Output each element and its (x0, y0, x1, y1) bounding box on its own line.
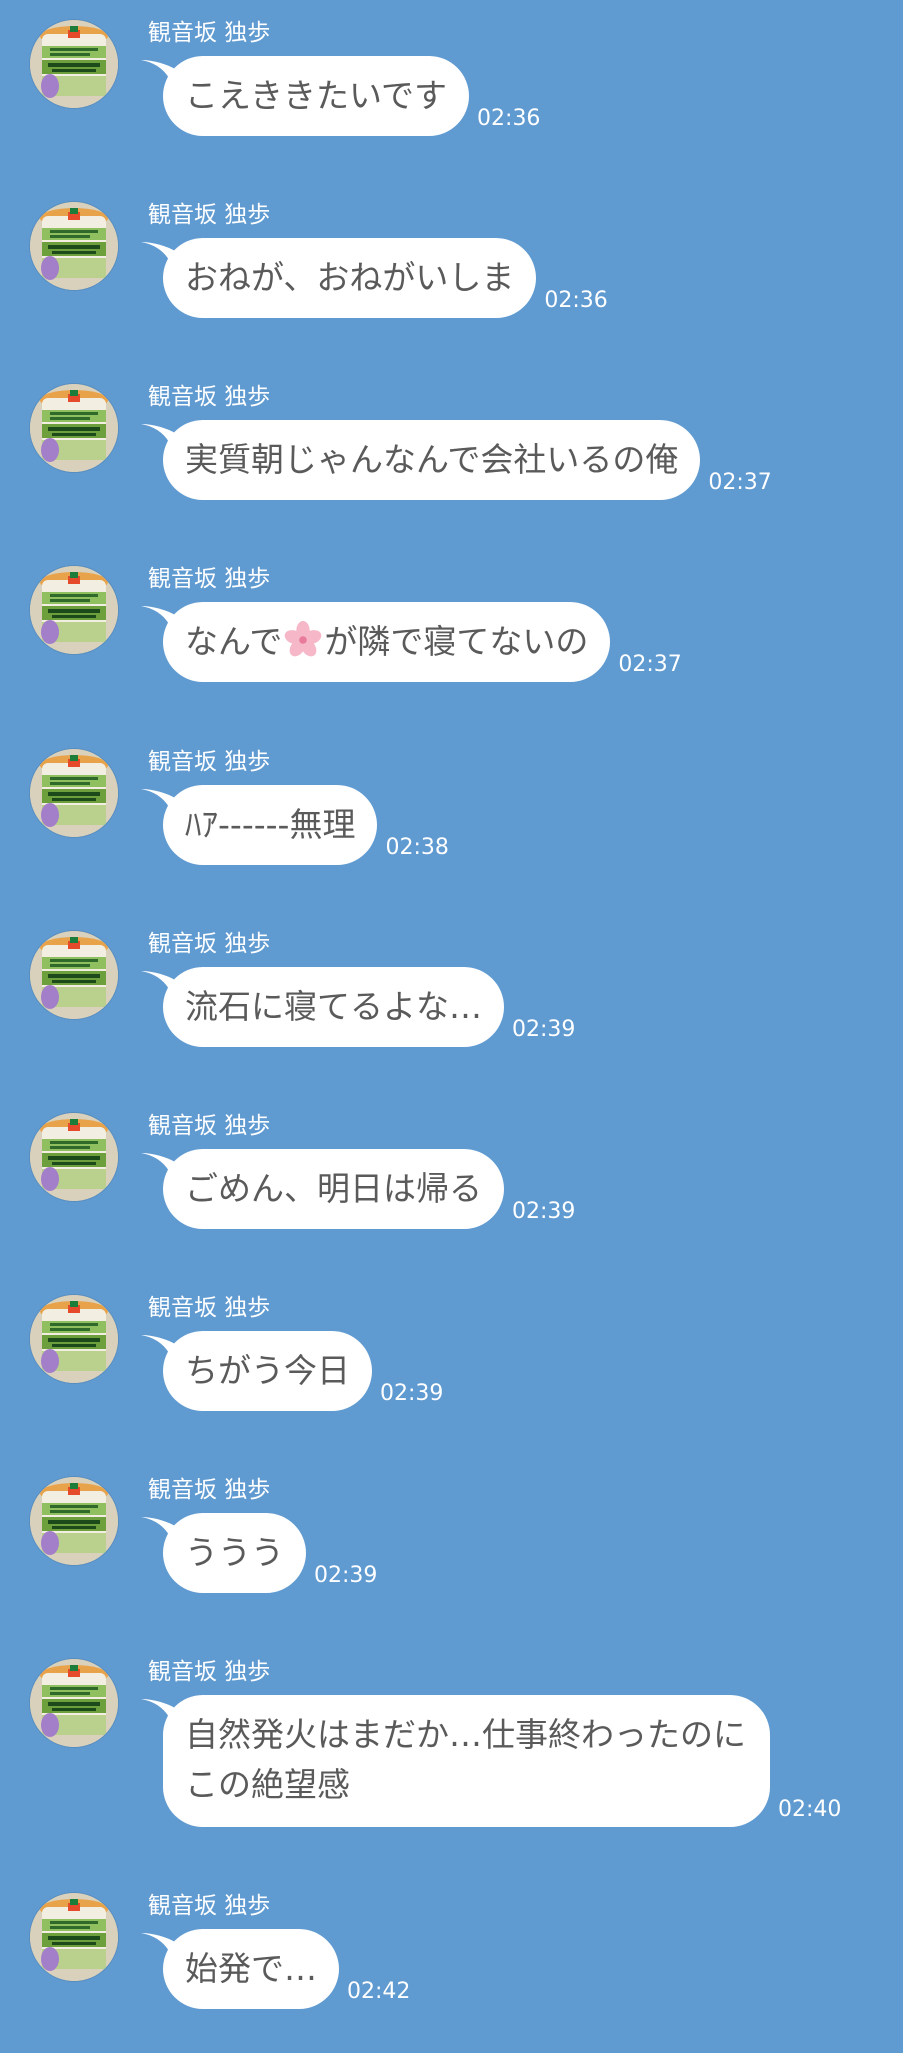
message-text: なんで (185, 622, 283, 661)
avatar[interactable] (30, 1659, 118, 1747)
bubble-tail-icon (141, 424, 177, 442)
sender-name: 観音坂 独歩 (148, 1295, 271, 1321)
message-timestamp: 02:40 (778, 1797, 842, 1822)
message-timestamp: 02:37 (618, 652, 682, 677)
message-text: 自然発火はまだか…仕事終わったのに (185, 1715, 746, 1754)
avatar[interactable] (30, 931, 118, 1019)
message-row: 観音坂 独歩 ﾊｱ------無理 02:38 (0, 729, 903, 909)
message-bubble[interactable]: 始発で… (141, 1929, 339, 2009)
message-bubble-wrap: ごめん、明日は帰る 02:39 (141, 1149, 576, 1229)
message-row: 観音坂 独歩始発で… 02:42 (0, 1873, 903, 2053)
message-text: ﾊｱ------無理 (185, 805, 356, 844)
message-bubble-wrap: 自然発火はまだか…仕事終わったのに この絶望感 02:40 (141, 1695, 842, 1827)
message-text: この絶望感 (185, 1765, 350, 1804)
bubble-tail-icon (141, 971, 177, 989)
bubble-tail-icon (141, 242, 177, 260)
avatar[interactable] (30, 202, 118, 290)
avatar[interactable] (30, 749, 118, 837)
sender-name: 観音坂 独歩 (148, 1659, 271, 1685)
message-row: 観音坂 独歩おねが、おねがいしま 02:36 (0, 182, 903, 362)
bubble-tail-icon (141, 1699, 177, 1717)
bubble-tail-icon (141, 60, 177, 78)
sender-name: 観音坂 独歩 (148, 931, 271, 957)
message-bubble[interactable]: ううう (141, 1513, 306, 1593)
message-bubble-wrap: 流石に寝てるよな… 02:39 (141, 967, 576, 1047)
message-timestamp: 02:39 (380, 1381, 444, 1406)
sender-name: 観音坂 独歩 (148, 202, 271, 228)
bubble-tail-icon (141, 789, 177, 807)
message-timestamp: 02:36 (544, 288, 608, 313)
avatar[interactable] (30, 384, 118, 472)
message-text: ちがう今日 (185, 1351, 350, 1390)
bubble-tail-icon (141, 1335, 177, 1353)
message-row: 観音坂 独歩ちがう今日 02:39 (0, 1275, 903, 1455)
message-timestamp: 02:39 (314, 1563, 378, 1588)
sender-name: 観音坂 独歩 (148, 1113, 271, 1139)
message-row: 観音坂 独歩こえききたいです 02:36 (0, 0, 903, 180)
message-bubble-wrap: ちがう今日 02:39 (141, 1331, 444, 1411)
bubble-tail-icon (141, 606, 177, 624)
message-timestamp: 02:42 (347, 1979, 411, 2004)
message-timestamp: 02:36 (477, 106, 541, 131)
message-text: が隣で寝てないの (324, 622, 589, 661)
message-row: 観音坂 独歩なんで が隣で寝てないの 02:37 (0, 546, 903, 726)
sender-name: 観音坂 独歩 (148, 1477, 271, 1503)
message-bubble[interactable]: ちがう今日 (141, 1331, 372, 1411)
message-bubble[interactable]: 自然発火はまだか…仕事終わったのに この絶望感 (141, 1695, 770, 1827)
message-bubble[interactable]: 実質朝じゃんなんで会社いるの俺 (141, 420, 701, 500)
message-row: 観音坂 独歩流石に寝てるよな… 02:39 (0, 911, 903, 1091)
message-bubble-wrap: おねが、おねがいしま 02:36 (141, 238, 608, 318)
message-timestamp: 02:38 (385, 835, 449, 860)
message-bubble-wrap: 始発で… 02:42 (141, 1929, 411, 2009)
message-timestamp: 02:39 (512, 1199, 576, 1224)
message-bubble[interactable]: こえききたいです (141, 56, 470, 136)
message-timestamp: 02:37 (708, 470, 772, 495)
message-text: 実質朝じゃんなんで会社いるの俺 (185, 440, 679, 479)
message-text: 流石に寝てるよな… (185, 987, 482, 1026)
message-text: こえききたいです (185, 76, 448, 115)
message-row: 観音坂 独歩ごめん、明日は帰る 02:39 (0, 1093, 903, 1273)
sender-name: 観音坂 独歩 (148, 20, 271, 46)
message-text: ううう (185, 1533, 284, 1572)
message-bubble-wrap: こえききたいです 02:36 (141, 56, 541, 136)
avatar[interactable] (30, 1113, 118, 1201)
message-bubble[interactable]: ﾊｱ------無理 (141, 785, 378, 865)
message-text: 始発で… (185, 1949, 317, 1988)
sender-name: 観音坂 独歩 (148, 749, 271, 775)
avatar[interactable] (30, 1893, 118, 1981)
avatar[interactable] (30, 20, 118, 108)
message-text: ごめん、明日は帰る (185, 1169, 482, 1208)
message-bubble-wrap: ううう 02:39 (141, 1513, 378, 1593)
message-bubble-wrap: ﾊｱ------無理 02:38 (141, 785, 449, 865)
message-timestamp: 02:39 (512, 1017, 576, 1042)
sender-name: 観音坂 独歩 (148, 384, 271, 410)
bubble-tail-icon (141, 1153, 177, 1171)
message-bubble[interactable]: ごめん、明日は帰る (141, 1149, 504, 1229)
bubble-tail-icon (141, 1933, 177, 1951)
avatar[interactable] (30, 566, 118, 654)
bubble-tail-icon (141, 1517, 177, 1535)
message-bubble-wrap: 実質朝じゃんなんで会社いるの俺 02:37 (141, 420, 772, 500)
sender-name: 観音坂 独歩 (148, 1893, 271, 1919)
message-bubble[interactable]: 流石に寝てるよな… (141, 967, 504, 1047)
chat-message-list[interactable]: 観音坂 独歩 こえききたいです 02:36 観音坂 独歩 おねが、おねがいしま 02:3… (0, 0, 903, 2048)
message-text: おねが、おねがいしま (185, 258, 515, 297)
avatar[interactable] (30, 1477, 118, 1565)
message-row: 観音坂 独歩ううう 02:39 (0, 1457, 903, 1637)
cherry-blossom-icon (285, 621, 322, 657)
message-row: 観音坂 独歩実質朝じゃんなんで会社いるの俺 02:37 (0, 364, 903, 544)
message-bubble[interactable]: おねが、おねがいしま (141, 238, 537, 318)
message-bubble-wrap: なんで が隣で寝てないの 02:37 (141, 602, 682, 682)
message-row: 観音坂 独歩自然発火はまだか…仕事終わったのに この絶望感 02:40 (0, 1639, 903, 1827)
message-bubble[interactable]: なんで が隣で寝てないの (141, 602, 611, 682)
sender-name: 観音坂 独歩 (148, 566, 271, 592)
avatar[interactable] (30, 1295, 118, 1383)
